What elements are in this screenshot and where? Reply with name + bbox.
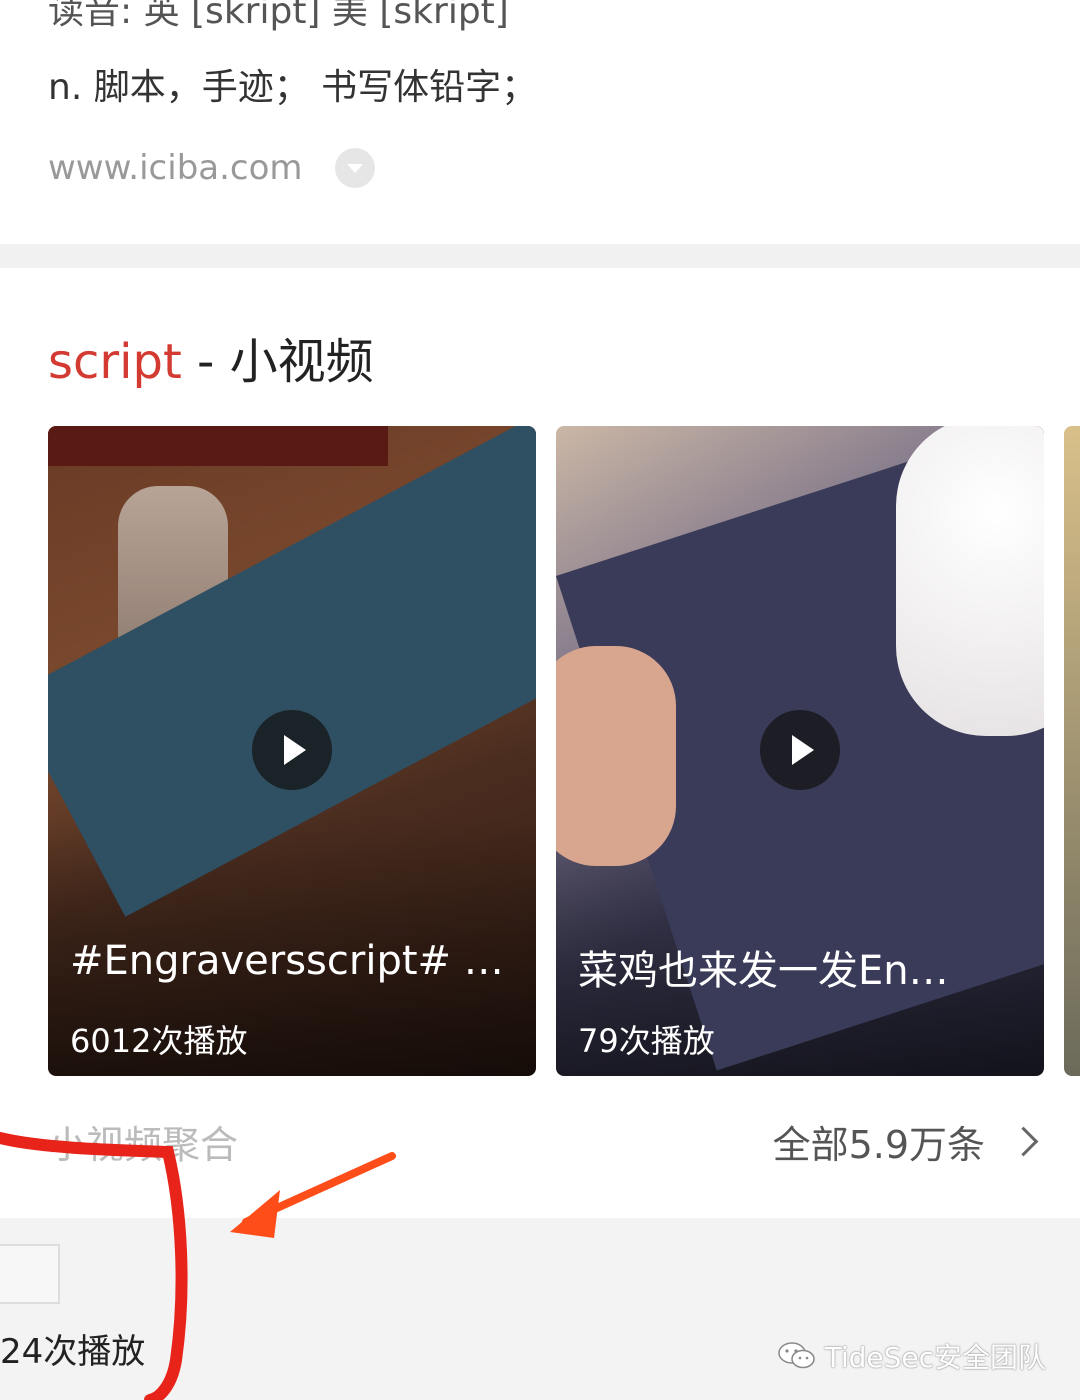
chevron-down-icon[interactable] [334,148,375,188]
video-play-count: 79次播放 [578,1022,715,1060]
section-title-keyword: script [48,334,182,390]
video-title: 菜鸡也来发一发En… [578,948,949,994]
thumbnail-decoration [556,646,676,866]
view-all-link[interactable]: 全部5.9万条 [772,1114,1039,1169]
definition-text: n. 脚本，手迹； 书写体铅字； [48,67,538,108]
video-card-partial[interactable] [1064,426,1080,1076]
source-row[interactable]: www.iciba.com [48,146,375,190]
video-title: #Engraversscript# … [70,938,504,984]
pronunciation-text: 读音: 英 [skript] 美 [skript] [48,0,509,32]
thumbnail-placeholder[interactable] [0,1244,60,1304]
dictionary-result-card[interactable]: 读音: 英 [skript] 美 [skript] n. 脚本，手迹； 书写体铅… [0,0,1080,244]
video-play-count: 6012次播放 [70,1022,248,1060]
thumbnail-decoration [48,426,536,917]
search-result-page: 读音: 英 [skript] 美 [skript] n. 脚本，手迹； 书写体铅… [0,0,1080,1400]
play-icon[interactable] [760,710,840,790]
thumbnail-decoration [896,426,1044,736]
section-divider [0,244,1080,268]
wechat-icon [777,1342,815,1369]
chevron-right-icon [1008,1126,1039,1157]
video-play-count: 24次播放 [0,1332,146,1372]
aggregate-link[interactable]: 小视频聚合 [48,1114,238,1169]
short-video-section: script - 小视频 #Engraversscript# … 6012次播放… [0,268,1080,1218]
watermark: TideSec安全团队 [777,1336,1046,1376]
thumbnail-decoration [48,426,388,466]
video-card[interactable]: 菜鸡也来发一发En… 79次播放 [556,426,1044,1076]
section-title[interactable]: script - 小视频 [48,322,374,392]
view-all-label: 全部5.9万条 [772,1123,985,1167]
video-card[interactable]: #Engraversscript# … 6012次播放 [48,426,536,1076]
play-icon[interactable] [252,710,332,790]
next-result-area: 24次播放 TideSec安全团队 [0,1218,1080,1400]
source-link[interactable]: www.iciba.com [48,148,303,188]
section-title-suffix: - 小视频 [181,334,374,390]
watermark-text: TideSec安全团队 [824,1341,1046,1374]
